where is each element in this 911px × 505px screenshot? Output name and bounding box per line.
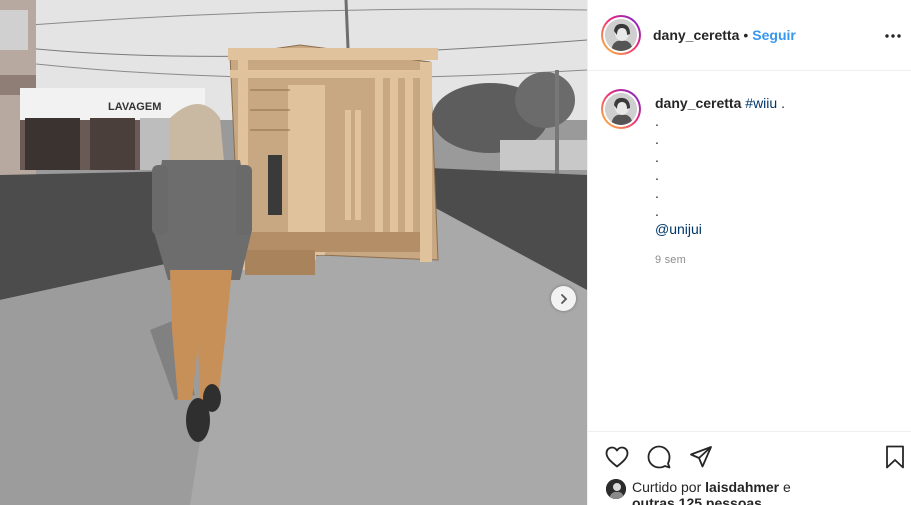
like-button[interactable] bbox=[604, 444, 630, 470]
comment-icon bbox=[647, 445, 671, 469]
caption-dot: . bbox=[655, 185, 659, 201]
user-photo-icon bbox=[606, 479, 626, 499]
post-photo[interactable]: LAVAGEM bbox=[0, 0, 587, 505]
heart-icon bbox=[605, 446, 629, 468]
caption: dany_ceretta #wiiu . . . . . . . @unijui… bbox=[601, 88, 901, 269]
post-side-panel: dany_ceretta • Seguir dany_ceretta #wiiu… bbox=[587, 0, 911, 505]
caption-dot: . bbox=[655, 149, 659, 165]
follow-button[interactable]: Seguir bbox=[752, 27, 796, 43]
caption-suffix: . bbox=[777, 95, 785, 111]
comment-button[interactable] bbox=[646, 444, 672, 470]
user-photo-icon bbox=[605, 93, 637, 125]
caption-username[interactable]: dany_ceretta bbox=[655, 95, 741, 111]
user-photo-icon bbox=[605, 19, 637, 51]
likes-middle: e bbox=[779, 479, 791, 495]
caption-dot: . bbox=[655, 131, 659, 147]
post-actions: Curtido por laisdahmer e outras 125 pess… bbox=[588, 431, 911, 505]
caption-hashtag[interactable]: #wiiu bbox=[745, 95, 777, 111]
caption-dot: . bbox=[655, 113, 659, 129]
save-button[interactable] bbox=[882, 444, 908, 470]
caption-avatar[interactable] bbox=[601, 89, 641, 129]
likes-summary: Curtido por laisdahmer e outras 125 pess… bbox=[606, 479, 802, 505]
photo-scene: LAVAGEM bbox=[0, 0, 587, 505]
avatar[interactable] bbox=[601, 15, 641, 55]
liker-avatar[interactable] bbox=[606, 479, 626, 499]
caption-dot: . bbox=[655, 203, 659, 219]
more-options-icon bbox=[885, 34, 901, 38]
liker-username[interactable]: laisdahmer bbox=[705, 479, 779, 495]
post-author-username[interactable]: dany_ceretta bbox=[653, 27, 739, 43]
bookmark-icon bbox=[886, 445, 904, 469]
post-header: dany_ceretta • Seguir bbox=[588, 0, 911, 71]
likes-prefix: Curtido por bbox=[632, 479, 706, 495]
next-photo-button[interactable] bbox=[551, 286, 576, 311]
caption-body: dany_ceretta #wiiu . . . . . . . @unijui… bbox=[655, 88, 785, 269]
caption-dot: . bbox=[655, 167, 659, 183]
share-button[interactable] bbox=[688, 444, 714, 470]
caption-timestamp[interactable]: 9 sem bbox=[655, 251, 785, 269]
chevron-right-icon bbox=[560, 293, 567, 304]
header-separator: • bbox=[743, 27, 749, 43]
more-options-button[interactable] bbox=[881, 24, 905, 48]
caption-mention[interactable]: @unijui bbox=[655, 220, 785, 238]
photo-sign-text: LAVAGEM bbox=[108, 101, 161, 113]
share-icon bbox=[690, 446, 712, 468]
likes-others[interactable]: outras 125 pessoas bbox=[632, 495, 762, 505]
